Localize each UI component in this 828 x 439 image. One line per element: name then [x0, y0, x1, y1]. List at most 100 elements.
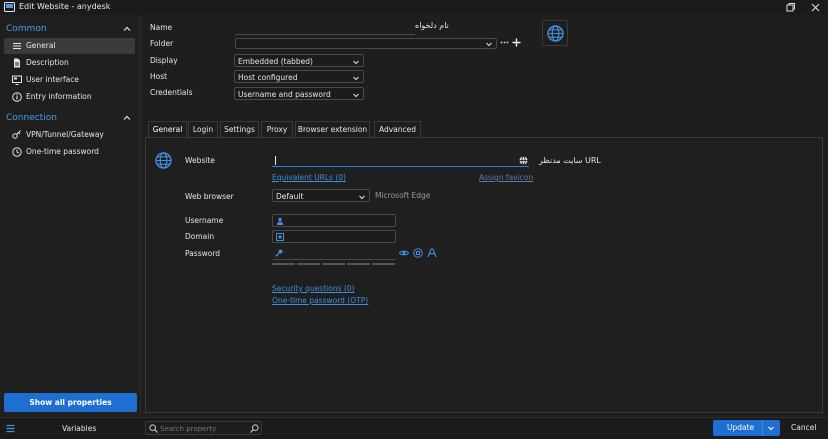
- security-questions-link[interactable]: Security questions (0): [272, 284, 355, 293]
- password-strength-segment: [347, 263, 370, 265]
- display-value: Embedded (tabbed): [238, 57, 313, 66]
- title-bar: [0, 0, 828, 15]
- sidebar-item-label: User interface: [26, 75, 79, 84]
- chevron-up-icon[interactable]: [122, 24, 132, 34]
- chevron-up-icon[interactable]: [122, 113, 132, 123]
- website-label: Website: [185, 156, 215, 165]
- web-browser-combobox[interactable]: Default: [272, 189, 370, 202]
- domain-icon: [276, 233, 284, 241]
- password-generator-icon[interactable]: [413, 248, 423, 258]
- host-value: Host configured: [238, 73, 298, 82]
- name-input[interactable]: [235, 21, 415, 35]
- variables-label: Variables: [62, 424, 97, 433]
- entry-icon-button[interactable]: [542, 20, 568, 46]
- cancel-button[interactable]: Cancel: [784, 420, 822, 436]
- sidebar-item-one-time-password[interactable]: One-time password: [4, 144, 135, 160]
- credentials-label: Credentials: [150, 88, 193, 97]
- sidebar-item-label: Description: [26, 58, 69, 67]
- tab-advanced[interactable]: Advanced: [374, 121, 421, 138]
- host-combobox[interactable]: Host configured: [234, 70, 364, 83]
- grid-icon: [6, 424, 15, 433]
- sidebar-item-general[interactable]: General: [4, 38, 135, 54]
- web-browser-label: Web browser: [185, 192, 234, 201]
- folder-label: Folder: [150, 39, 174, 48]
- cancel-label: Cancel: [791, 423, 817, 432]
- restore-icon: [786, 3, 795, 12]
- web-browser-value: Default: [276, 192, 304, 201]
- sidebar-item-label: Entry information: [26, 92, 92, 101]
- display-label: Display: [150, 56, 178, 65]
- network-icon: [12, 130, 22, 140]
- tab-strip: General Login Settings Proxy Browser ext…: [145, 121, 828, 139]
- split-divider: [762, 420, 763, 436]
- globe-icon: [547, 25, 564, 42]
- add-icon[interactable]: [512, 38, 521, 47]
- display-combobox[interactable]: Embedded (tabbed): [234, 54, 364, 67]
- chevron-down-icon[interactable]: [358, 193, 366, 201]
- password-strength-segment: [272, 263, 295, 265]
- tab-login[interactable]: Login: [188, 121, 218, 138]
- domain-label: Domain: [185, 232, 215, 241]
- close-button[interactable]: [808, 0, 823, 15]
- password-strength-segment: [322, 263, 345, 265]
- name-value: نام دلخواه: [415, 21, 449, 30]
- equivalent-urls-link[interactable]: Equivalent URLs (0): [272, 173, 346, 182]
- key-icon: [275, 249, 283, 257]
- tab-proxy[interactable]: Proxy: [261, 121, 293, 138]
- credentials-combobox[interactable]: Username and password: [234, 87, 364, 100]
- sidebar-item-user-interface[interactable]: User interface: [4, 72, 135, 88]
- sidebar-item-vpn-tunnel-gateway[interactable]: VPN/Tunnel/Gateway: [4, 127, 135, 143]
- web-browser-hint: Microsoft Edge: [375, 191, 431, 200]
- variables-button[interactable]: Variables: [0, 418, 141, 439]
- password-strength-segment: [372, 263, 395, 265]
- show-all-properties-button[interactable]: Show all properties: [4, 393, 137, 412]
- text-caret: [275, 156, 276, 165]
- section-header-common[interactable]: Common: [6, 24, 47, 34]
- tab-settings[interactable]: Settings: [220, 121, 259, 138]
- password-analyzer-icon[interactable]: [427, 248, 437, 258]
- password-strength-segment: [297, 263, 320, 265]
- website-input[interactable]: [272, 154, 529, 167]
- more-icon[interactable]: [500, 38, 509, 47]
- assign-favicon-link[interactable]: Assign favicon: [479, 173, 533, 182]
- sidebar-item-label: VPN/Tunnel/Gateway: [26, 130, 104, 139]
- chevron-down-icon[interactable]: [485, 40, 493, 48]
- globe-icon: [155, 152, 172, 169]
- url-hint: سایت مدنظر URL: [539, 156, 601, 165]
- user-icon: [276, 217, 284, 225]
- username-input[interactable]: [272, 214, 396, 227]
- window-title: Edit Website - anydesk: [19, 2, 111, 11]
- close-icon: [811, 3, 820, 12]
- document-icon: [12, 58, 22, 68]
- password-input[interactable]: [272, 247, 396, 260]
- search-icon: [149, 424, 158, 433]
- info-icon: [12, 92, 22, 102]
- sidebar: Common General Description User interfac…: [0, 15, 141, 416]
- sidebar-item-description[interactable]: Description: [4, 55, 135, 71]
- chevron-down-icon[interactable]: [352, 58, 360, 66]
- restore-button[interactable]: [783, 0, 798, 15]
- search-property-input[interactable]: [160, 423, 250, 434]
- globe-icon[interactable]: [519, 156, 528, 165]
- username-label: Username: [185, 216, 224, 225]
- chevron-down-icon[interactable]: [767, 424, 775, 432]
- credentials-value: Username and password: [238, 90, 331, 99]
- monitor-icon: [12, 75, 22, 85]
- folder-combobox[interactable]: [235, 38, 497, 49]
- otp-link[interactable]: One-time password (OTP): [272, 296, 368, 305]
- sidebar-item-label: One-time password: [26, 147, 99, 156]
- chevron-down-icon[interactable]: [352, 91, 360, 99]
- update-label: Update: [727, 423, 755, 432]
- search-property-box[interactable]: [145, 421, 262, 435]
- clock-icon: [12, 147, 22, 157]
- update-button[interactable]: Update: [713, 420, 780, 436]
- app-icon: [4, 2, 15, 12]
- section-header-connection[interactable]: Connection: [6, 113, 57, 123]
- password-label: Password: [185, 249, 221, 258]
- domain-input[interactable]: [272, 230, 396, 243]
- tab-browser-extension[interactable]: Browser extension: [295, 121, 370, 138]
- chevron-down-icon[interactable]: [352, 74, 360, 82]
- search-icon[interactable]: [250, 424, 259, 433]
- sidebar-item-entry-information[interactable]: Entry information: [4, 89, 135, 105]
- eye-icon[interactable]: [399, 248, 409, 258]
